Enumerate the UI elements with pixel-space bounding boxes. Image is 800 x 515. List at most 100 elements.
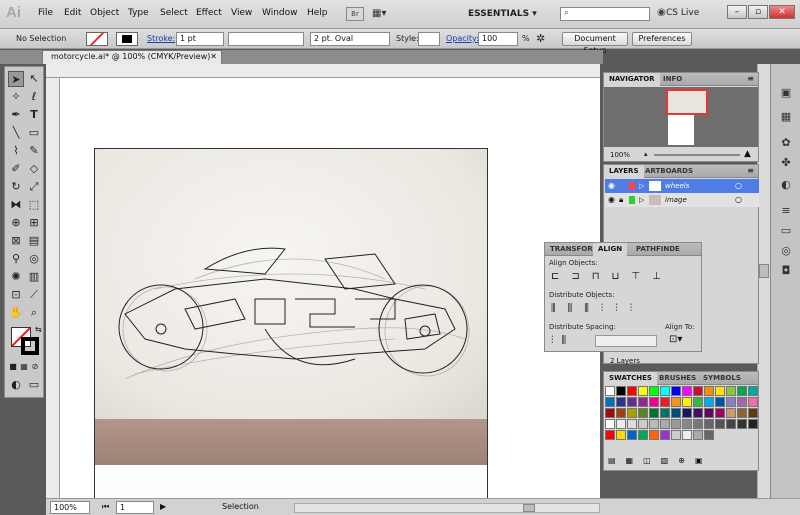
layers-menu-icon[interactable]: ≡	[747, 166, 754, 175]
color-swatch[interactable]	[704, 419, 714, 429]
zoom-tool-icon[interactable]: ⌕	[26, 305, 42, 321]
color-swatch[interactable]	[693, 408, 703, 418]
maximize-button[interactable]: ▫	[748, 5, 768, 19]
color-swatch[interactable]	[737, 386, 747, 396]
tab-pathfinder[interactable]: PATHFINDE	[631, 243, 685, 256]
draw-mode-icon[interactable]: ◐	[8, 377, 24, 393]
color-swatch[interactable]	[605, 397, 615, 407]
document-setup-button[interactable]: Document Setup	[562, 32, 628, 55]
color-swatch[interactable]	[616, 430, 626, 440]
tab-info[interactable]: INFO	[658, 73, 687, 86]
pen-tool-icon[interactable]: ✒	[8, 107, 24, 123]
width-tool-icon[interactable]: ⧓	[8, 197, 24, 213]
color-swatch[interactable]	[704, 430, 714, 440]
menu-window[interactable]: Window	[262, 8, 298, 18]
color-guide-icon[interactable]: ▦	[776, 108, 796, 126]
document-tab[interactable]: motorcycle.ai* @ 100% (CMYK/Preview) ✕	[42, 50, 222, 64]
color-swatch[interactable]	[671, 386, 681, 396]
minimize-button[interactable]: –	[727, 5, 747, 19]
tab-symbols[interactable]: SYMBOLS	[698, 372, 746, 385]
expand-arrow-icon[interactable]: ▷	[639, 193, 644, 207]
brush-definition-select[interactable]: 2 pt. Oval	[310, 32, 390, 46]
visibility-eye-icon[interactable]: ◉	[608, 193, 615, 207]
color-swatch[interactable]	[682, 430, 692, 440]
search-input[interactable]: ⌕	[560, 7, 650, 21]
align-objects-icons[interactable]: ⊏⊐⊓⊔⊤⊥	[551, 271, 673, 282]
color-swatch[interactable]	[671, 408, 681, 418]
color-swatch[interactable]	[627, 430, 637, 440]
variable-width-select[interactable]	[228, 32, 304, 46]
zoom-out-icon[interactable]: ▴	[644, 150, 648, 158]
screen-mode-icon[interactable]: ▭	[26, 377, 42, 393]
color-swatch[interactable]	[605, 419, 615, 429]
color-swatch[interactable]	[748, 386, 758, 396]
color-swatch[interactable]	[627, 419, 637, 429]
hand-tool-icon[interactable]: ✋	[8, 305, 24, 321]
color-swatch[interactable]	[638, 386, 648, 396]
color-swatch[interactable]	[627, 397, 637, 407]
next-artboard-icon[interactable]: ▶	[160, 502, 166, 511]
blob-brush-tool-icon[interactable]: ✐	[8, 161, 24, 177]
color-swatch[interactable]	[660, 430, 670, 440]
pencil-tool-icon[interactable]: ✎	[26, 143, 42, 159]
color-panel-icon[interactable]: ▣	[776, 84, 796, 102]
navigator-preview[interactable]	[604, 87, 758, 147]
color-swatch[interactable]	[715, 386, 725, 396]
cs-live-menu[interactable]: CS Live	[666, 8, 699, 18]
tab-artboards[interactable]: ARTBOARDS	[640, 165, 698, 178]
color-swatch[interactable]	[638, 430, 648, 440]
type-tool-icon[interactable]: T	[26, 107, 42, 123]
tab-navigator[interactable]: NAVIGATOR	[604, 73, 660, 86]
color-swatch[interactable]	[660, 386, 670, 396]
menu-file[interactable]: File	[38, 8, 53, 18]
color-swatch[interactable]	[748, 397, 758, 407]
opacity-field[interactable]: 100	[478, 32, 518, 46]
color-swatch[interactable]	[715, 419, 725, 429]
rectangle-tool-icon[interactable]: ▭	[26, 125, 42, 141]
blend-tool-icon[interactable]: ◎	[26, 251, 42, 267]
color-swatch[interactable]	[660, 419, 670, 429]
zoom-field[interactable]: 100%	[50, 501, 90, 514]
color-swatch[interactable]	[704, 408, 714, 418]
opacity-label[interactable]: Opacity:	[446, 34, 479, 43]
layer-row-image[interactable]: ◉ 🔒︎ ▷ image ○	[605, 193, 759, 207]
first-artboard-icon[interactable]: ⏮	[102, 502, 109, 512]
layer-row-wheels[interactable]: ◉ ▷ wheels ○	[605, 179, 759, 193]
gradient-panel-icon[interactable]: ▭	[776, 222, 796, 240]
scale-tool-icon[interactable]: ⤢	[26, 179, 42, 195]
color-swatch[interactable]	[660, 408, 670, 418]
eyedropper-tool-icon[interactable]: ⚲	[8, 251, 24, 267]
gradient-tool-icon[interactable]: ▤	[26, 233, 42, 249]
color-swatch[interactable]	[693, 430, 703, 440]
tab-layers[interactable]: LAYERS	[604, 165, 644, 178]
color-swatch[interactable]	[726, 408, 736, 418]
color-swatch[interactable]	[682, 419, 692, 429]
tab-swatches[interactable]: SWATCHES	[604, 372, 657, 385]
distribute-spacing-icons[interactable]: ⫶⫼	[551, 335, 574, 346]
stroke-panel-icon[interactable]: ≡	[776, 202, 796, 220]
color-swatch[interactable]	[638, 397, 648, 407]
eraser-tool-icon[interactable]: ◇	[26, 161, 42, 177]
panel-menu-icon[interactable]: ≡	[747, 74, 754, 83]
selection-tool-icon[interactable]: ➤	[8, 71, 24, 87]
navigator-zoom[interactable]: 100%	[610, 151, 630, 159]
preferences-button[interactable]: Preferences	[632, 32, 692, 46]
stroke-weight-field[interactable]: 1 pt	[176, 32, 224, 46]
perspective-grid-tool-icon[interactable]: ⊞	[26, 215, 42, 231]
color-swatch[interactable]	[671, 397, 681, 407]
color-swatch[interactable]	[649, 408, 659, 418]
color-swatch[interactable]	[748, 419, 758, 429]
graphic-styles-icon[interactable]: ◐	[776, 176, 796, 194]
menu-select[interactable]: Select	[160, 8, 188, 18]
menu-view[interactable]: View	[231, 8, 252, 18]
color-swatch[interactable]	[682, 408, 692, 418]
recolor-artwork-icon[interactable]: ✲	[536, 32, 545, 45]
distribute-objects-icons[interactable]: ⫼⫼⫼⫶⫶⫶	[551, 303, 644, 314]
tab-align[interactable]: ALIGN	[593, 243, 628, 256]
color-swatch[interactable]	[627, 408, 637, 418]
color-swatch[interactable]	[704, 386, 714, 396]
status-mode-label[interactable]: Selection	[222, 502, 259, 511]
color-swatch[interactable]	[737, 408, 747, 418]
color-swatch[interactable]	[726, 397, 736, 407]
color-swatch[interactable]	[726, 386, 736, 396]
